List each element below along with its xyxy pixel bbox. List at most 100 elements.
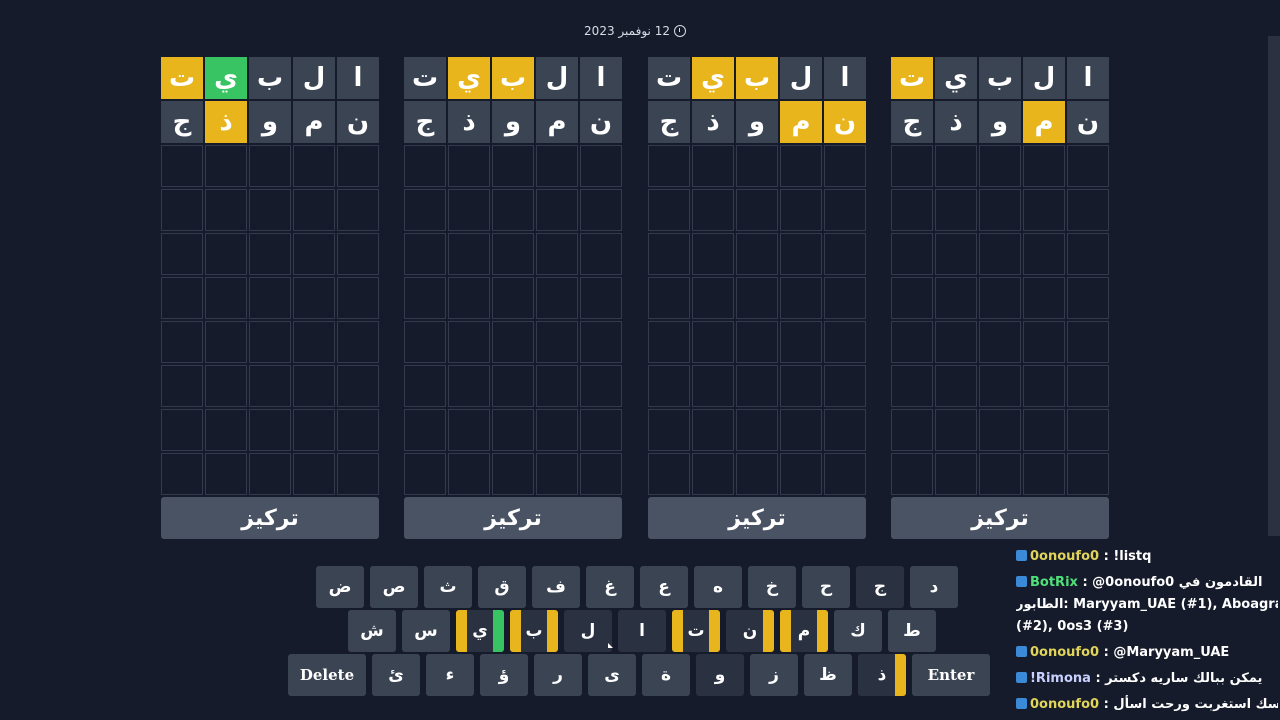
chat-username[interactable]: !Rimona <box>1030 671 1091 686</box>
grid-cell <box>692 233 734 275</box>
key-label: ؤ <box>498 665 510 685</box>
focus-button[interactable]: تركيز <box>161 497 379 539</box>
chat-username[interactable]: 0onoufo0 <box>1030 549 1099 564</box>
key-label: ط <box>903 621 921 641</box>
key[interactable]: ث <box>424 566 472 608</box>
grid-cell <box>935 365 977 407</box>
grid-cell <box>205 453 247 495</box>
grid-cell <box>780 321 822 363</box>
key[interactable]: ن <box>726 610 774 652</box>
grid-cell <box>249 365 291 407</box>
key[interactable]: ف <box>532 566 580 608</box>
key[interactable]: ى <box>588 654 636 696</box>
chat-message: !Rimona : يمكن ببالك ساريه دكستر <box>1016 668 1278 690</box>
key[interactable]: ئ <box>372 654 420 696</box>
badge-icon <box>1016 698 1027 709</box>
chat-username[interactable]: 0onoufo0 <box>1030 697 1099 712</box>
key[interactable]: س <box>402 610 450 652</box>
grid-cell: م <box>1023 101 1065 143</box>
key-label: ا <box>639 621 645 641</box>
key[interactable]: ب <box>510 610 558 652</box>
grid-cell <box>536 409 578 451</box>
chat-text: : !listq <box>1103 549 1152 564</box>
grid-cell <box>891 233 933 275</box>
key[interactable]: ظ <box>804 654 852 696</box>
grid-cell <box>1067 453 1109 495</box>
grid-cell <box>824 321 866 363</box>
grid-cell: ي <box>448 57 490 99</box>
date-display: 12 نوفمبر 2023 <box>560 22 710 40</box>
key[interactable]: ر <box>534 654 582 696</box>
key[interactable]: ص <box>370 566 418 608</box>
grid-cell <box>780 409 822 451</box>
key-label: ئ <box>388 665 404 685</box>
grid-cell <box>293 233 335 275</box>
grid-cell <box>648 409 690 451</box>
grid-cell <box>404 321 446 363</box>
key[interactable]: و <box>696 654 744 696</box>
key-label: ى <box>604 665 620 685</box>
chat-username[interactable]: 0onoufo0 <box>1030 645 1099 660</box>
focus-button[interactable]: تركيز <box>891 497 1109 539</box>
key[interactable]: ؤ <box>480 654 528 696</box>
grid-cell: ذ <box>205 101 247 143</box>
grid-cell <box>337 365 379 407</box>
key[interactable]: ا <box>618 610 666 652</box>
key-label: ع <box>658 577 670 597</box>
key[interactable]: ك <box>834 610 882 652</box>
board-grid: البيت نموذج <box>648 57 866 495</box>
key[interactable]: ج <box>856 566 904 608</box>
key[interactable]: غ <box>586 566 634 608</box>
key-label: غ <box>604 577 616 597</box>
key[interactable]: د <box>910 566 958 608</box>
grid-cell <box>736 365 778 407</box>
grid-cell: ا <box>1067 57 1109 99</box>
grid-cell <box>1023 189 1065 231</box>
key[interactable]: ز <box>750 654 798 696</box>
key[interactable]: ل <box>564 610 612 652</box>
grid-cell <box>337 233 379 275</box>
grid-cell <box>979 453 1021 495</box>
key-delete[interactable]: Delete <box>288 654 366 696</box>
grid-cell <box>979 277 1021 319</box>
grid-cell <box>492 409 534 451</box>
badge-icon <box>1016 576 1027 587</box>
scrollbar[interactable] <box>1268 36 1280 536</box>
grid-cell <box>1067 277 1109 319</box>
key[interactable]: ض <box>316 566 364 608</box>
key[interactable]: ط <box>888 610 936 652</box>
grid-cell <box>824 145 866 187</box>
key[interactable]: ي <box>456 610 504 652</box>
chat-message: 0onoufo0 : @Maryyam_UAE <box>1016 642 1278 664</box>
key[interactable]: ذ <box>858 654 906 696</box>
key-enter[interactable]: Enter <box>912 654 990 696</box>
key-label: ذ <box>877 665 887 685</box>
grid-cell: و <box>736 101 778 143</box>
key[interactable]: ه <box>694 566 742 608</box>
grid-cell <box>692 145 734 187</box>
key[interactable]: ع <box>640 566 688 608</box>
grid-cell <box>1023 365 1065 407</box>
key[interactable]: ح <box>802 566 850 608</box>
grid-cell <box>536 277 578 319</box>
grid-cell: ي <box>935 57 977 99</box>
key[interactable]: ة <box>642 654 690 696</box>
grid-cell <box>249 145 291 187</box>
grid-cell <box>692 189 734 231</box>
grid-cell <box>580 453 622 495</box>
key[interactable]: خ <box>748 566 796 608</box>
focus-button[interactable]: تركيز <box>648 497 866 539</box>
focus-button[interactable]: تركيز <box>404 497 622 539</box>
grid-cell <box>891 409 933 451</box>
key[interactable]: ق <box>478 566 526 608</box>
grid-cell <box>448 233 490 275</box>
chat-text: : @Maryyam_UAE <box>1103 645 1230 660</box>
key[interactable]: ش <box>348 610 396 652</box>
key[interactable]: ء <box>426 654 474 696</box>
grid-cell <box>448 365 490 407</box>
key[interactable]: م <box>780 610 828 652</box>
key-label: ت <box>687 621 705 641</box>
key[interactable]: ت <box>672 610 720 652</box>
grid-cell <box>249 277 291 319</box>
chat-username[interactable]: BotRix <box>1030 575 1078 590</box>
